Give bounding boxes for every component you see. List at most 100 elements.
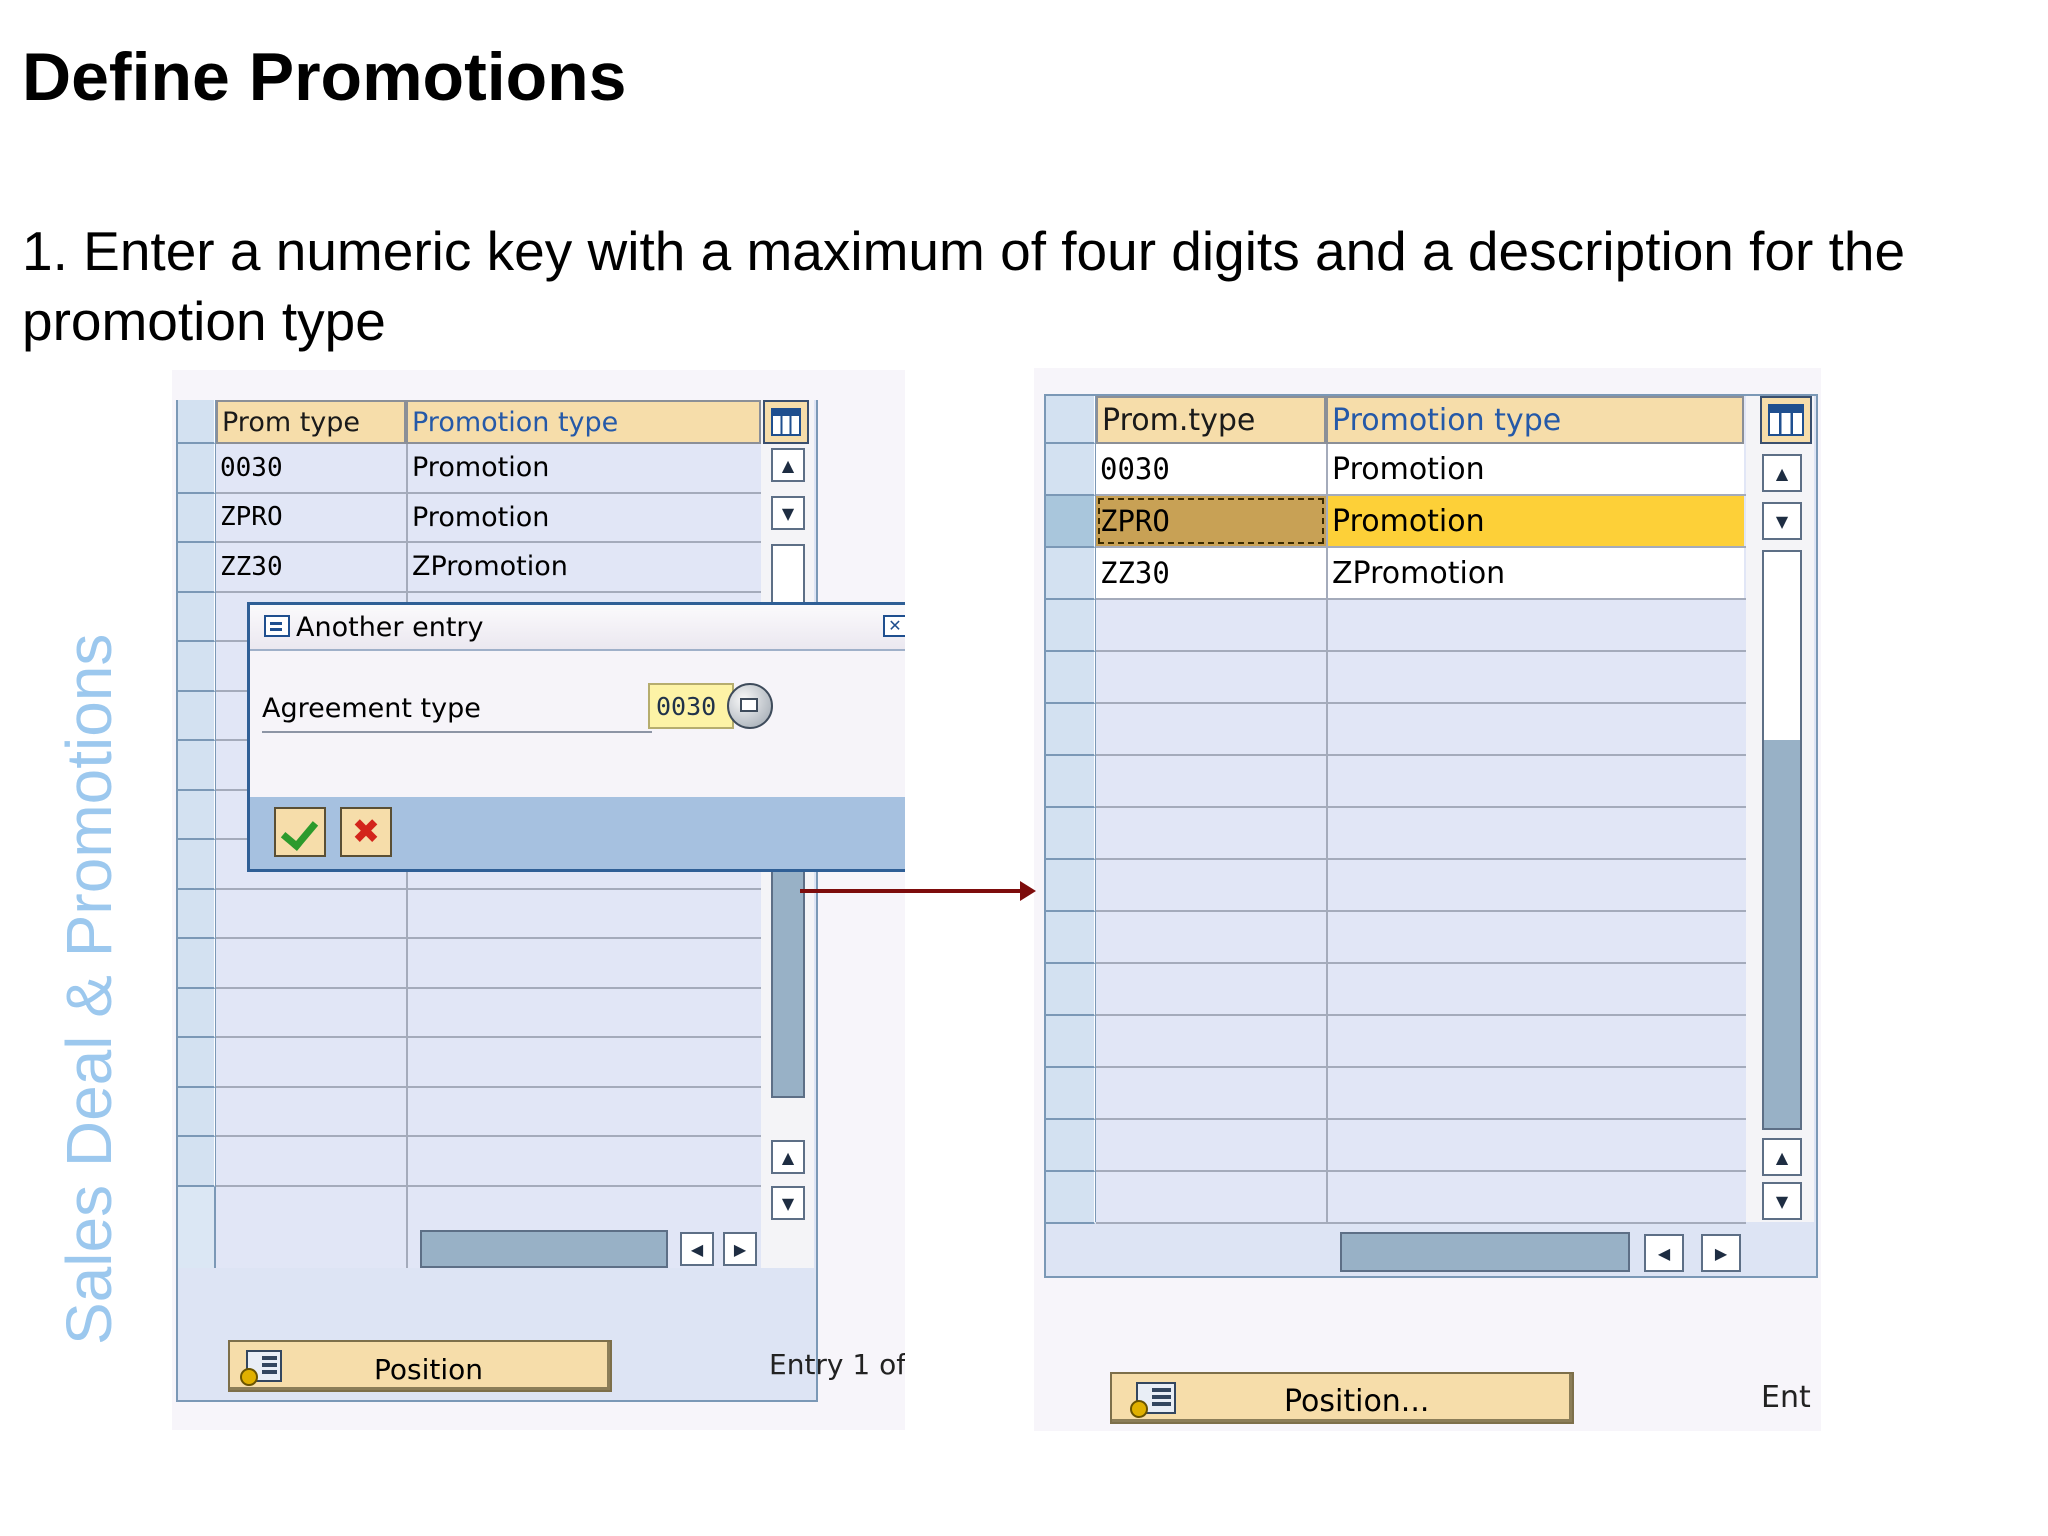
- right-table-settings-icon[interactable]: [1760, 396, 1812, 444]
- right-table-row[interactable]: [1096, 600, 1746, 652]
- left-scroll-down-top-icon[interactable]: ▼: [771, 496, 805, 530]
- left-cell-prom-type[interactable]: 0030: [216, 444, 406, 492]
- right-vertical-scrollbar[interactable]: ▲ ▼ ▲ ▼: [1746, 396, 1814, 1222]
- right-cell-prom-type[interactable]: [1096, 912, 1326, 962]
- left-row-selector[interactable]: [178, 691, 215, 741]
- right-column-header-key[interactable]: Prom.type: [1096, 396, 1326, 444]
- left-scroll-left-icon[interactable]: ◀: [680, 1232, 714, 1266]
- left-cell-prom-type[interactable]: [216, 989, 406, 1037]
- right-table-row[interactable]: [1096, 756, 1746, 808]
- right-table-row[interactable]: [1096, 964, 1746, 1016]
- confirm-button[interactable]: [274, 807, 326, 857]
- left-cell-prom-type[interactable]: ZPRO: [216, 494, 406, 542]
- right-table-row[interactable]: [1096, 912, 1746, 964]
- left-row-selector[interactable]: [178, 840, 215, 890]
- right-table-row[interactable]: [1096, 652, 1746, 704]
- right-cell-prom-type[interactable]: [1096, 860, 1326, 910]
- left-cell-promotion-type[interactable]: [408, 1137, 761, 1185]
- right-row-selector[interactable]: [1046, 1172, 1095, 1224]
- left-table-row[interactable]: [216, 939, 761, 989]
- left-table-row[interactable]: [216, 989, 761, 1038]
- left-cell-promotion-type[interactable]: [408, 890, 761, 938]
- right-cell-prom-type[interactable]: [1096, 1172, 1326, 1222]
- right-row-selector[interactable]: [1046, 1068, 1095, 1120]
- right-row-selector[interactable]: [1046, 652, 1095, 704]
- left-cell-prom-type[interactable]: [216, 1038, 406, 1086]
- right-cell-promotion-type[interactable]: [1328, 1120, 1744, 1170]
- left-row-selector[interactable]: [178, 988, 215, 1038]
- left-row-selector[interactable]: [178, 1038, 215, 1088]
- right-cell-promotion-type[interactable]: [1328, 964, 1744, 1014]
- right-cell-promotion-type[interactable]: [1328, 600, 1744, 650]
- left-cell-promotion-type[interactable]: Promotion: [408, 494, 761, 542]
- right-scroll-down-bottom-icon[interactable]: ▼: [1762, 1182, 1802, 1220]
- right-table-row[interactable]: [1096, 1016, 1746, 1068]
- right-table-row[interactable]: [1096, 704, 1746, 756]
- right-cell-promotion-type[interactable]: [1328, 912, 1744, 962]
- right-cell-promotion-type[interactable]: [1328, 1016, 1744, 1066]
- left-row-selector[interactable]: [178, 1137, 215, 1187]
- left-column-header-description[interactable]: Promotion type: [406, 400, 761, 444]
- right-select-all-cell[interactable]: [1046, 396, 1095, 444]
- left-column-header-key[interactable]: Prom type: [216, 400, 406, 444]
- left-table-row[interactable]: ZPRO Promotion: [216, 494, 761, 543]
- right-scroll-up-top-icon[interactable]: ▲: [1762, 454, 1802, 492]
- left-scroll-up-bottom-icon[interactable]: ▲: [771, 1140, 805, 1174]
- left-cell-promotion-type[interactable]: [408, 1038, 761, 1086]
- right-cell-prom-type[interactable]: ZPRO: [1096, 496, 1326, 546]
- left-row-selector[interactable]: [178, 592, 215, 642]
- left-table-row[interactable]: [216, 1088, 761, 1137]
- right-cell-promotion-type[interactable]: [1328, 1068, 1744, 1118]
- left-row-selector[interactable]: [178, 493, 215, 543]
- left-position-button[interactable]: Position: [228, 1340, 612, 1392]
- left-row-selector[interactable]: [178, 790, 215, 840]
- right-scroll-up-bottom-icon[interactable]: ▲: [1762, 1138, 1802, 1176]
- right-horizontal-scrollbar[interactable]: [1340, 1232, 1630, 1272]
- left-horizontal-scrollbar[interactable]: [420, 1230, 668, 1268]
- right-row-selector[interactable]: [1046, 600, 1095, 652]
- right-row-selector[interactable]: [1046, 860, 1095, 912]
- right-cell-prom-type[interactable]: 0030: [1096, 444, 1326, 494]
- right-cell-prom-type[interactable]: [1096, 600, 1326, 650]
- left-row-selector[interactable]: [178, 642, 215, 692]
- left-cell-promotion-type[interactable]: Promotion: [408, 444, 761, 492]
- right-cell-prom-type[interactable]: [1096, 652, 1326, 702]
- left-table-row[interactable]: [216, 1038, 761, 1088]
- left-cell-prom-type[interactable]: ZZ30: [216, 543, 406, 591]
- left-table-settings-icon[interactable]: [763, 400, 809, 444]
- right-column-header-description[interactable]: Promotion type: [1326, 396, 1744, 444]
- right-row-selector[interactable]: [1046, 964, 1095, 1016]
- left-row-selector[interactable]: [178, 543, 215, 593]
- right-table-row[interactable]: [1096, 1172, 1746, 1224]
- left-scroll-down-bottom-icon[interactable]: ▼: [771, 1186, 805, 1220]
- right-cell-promotion-type[interactable]: ZPromotion: [1328, 548, 1744, 598]
- right-cell-promotion-type[interactable]: [1328, 808, 1744, 858]
- right-cell-promotion-type[interactable]: Promotion: [1328, 444, 1744, 494]
- left-row-selector[interactable]: [178, 889, 215, 939]
- left-table-row[interactable]: [216, 1137, 761, 1187]
- left-table-row[interactable]: 0030 Promotion: [216, 444, 761, 494]
- left-cell-prom-type[interactable]: [216, 890, 406, 938]
- right-scroll-down-top-icon[interactable]: ▼: [1762, 502, 1802, 540]
- left-select-all-cell[interactable]: [178, 400, 215, 444]
- right-position-button[interactable]: Position...: [1110, 1372, 1574, 1424]
- right-row-selector[interactable]: [1046, 808, 1095, 860]
- right-table-row[interactable]: ZZ30 ZPromotion: [1096, 548, 1746, 600]
- left-cell-promotion-type[interactable]: ZPromotion: [408, 543, 761, 591]
- right-scroll-right-icon[interactable]: ▶: [1701, 1234, 1741, 1272]
- agreement-type-input[interactable]: 0030: [648, 683, 734, 729]
- right-table-row[interactable]: [1096, 1120, 1746, 1172]
- right-row-selector[interactable]: [1046, 1016, 1095, 1068]
- right-cell-prom-type[interactable]: ZZ30: [1096, 548, 1326, 598]
- right-cell-promotion-type[interactable]: [1328, 860, 1744, 910]
- right-row-selector[interactable]: [1046, 756, 1095, 808]
- left-scroll-up-top-icon[interactable]: ▲: [771, 448, 805, 482]
- left-scroll-right-icon[interactable]: ▶: [723, 1232, 757, 1266]
- right-table-row[interactable]: 0030 Promotion: [1096, 444, 1746, 496]
- left-table-row[interactable]: ZZ30 ZPromotion: [216, 543, 761, 593]
- right-table-row[interactable]: [1096, 808, 1746, 860]
- right-row-selector[interactable]: [1046, 548, 1095, 600]
- left-row-selector[interactable]: [178, 444, 215, 494]
- right-cell-prom-type[interactable]: [1096, 1016, 1326, 1066]
- right-table-row[interactable]: [1096, 1068, 1746, 1120]
